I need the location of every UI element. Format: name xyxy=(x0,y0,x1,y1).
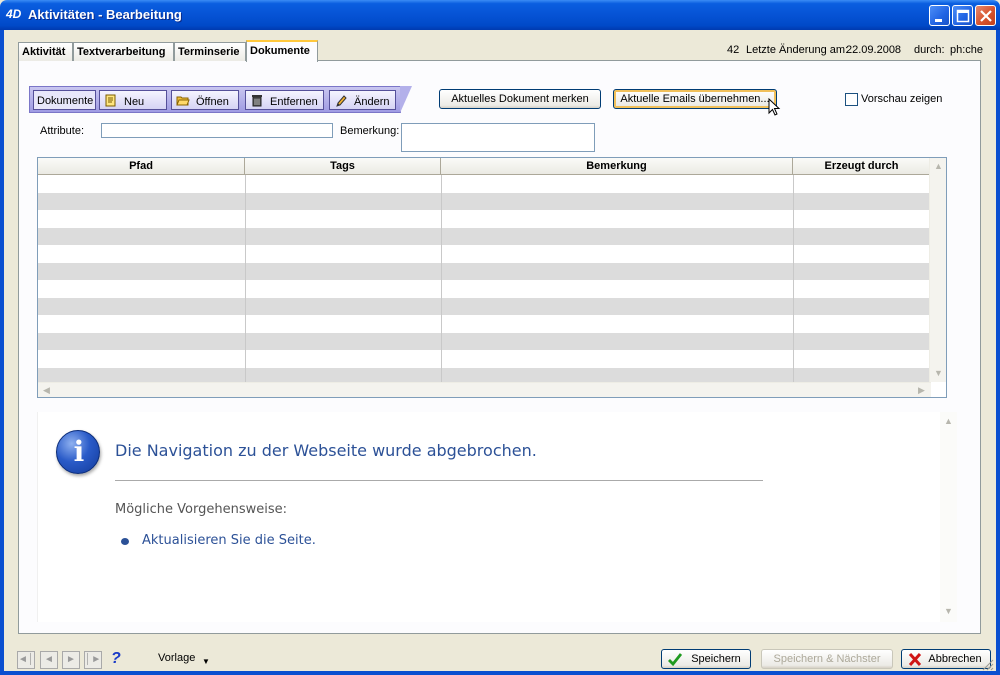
previous-record-button[interactable]: ◄ xyxy=(40,651,58,669)
close-icon xyxy=(980,10,992,22)
column-header-pfad[interactable]: Pfad xyxy=(38,158,245,175)
scroll-right-icon[interactable]: ▶ xyxy=(914,383,929,397)
changed-by-user: ph:che xyxy=(950,44,984,56)
maximize-button[interactable] xyxy=(952,5,973,26)
new-document-button[interactable]: Neu xyxy=(99,90,167,110)
preview-label: Vorschau zeigen xyxy=(861,93,943,105)
attribute-input[interactable] xyxy=(101,123,333,138)
tab-dokumente[interactable]: Dokumente xyxy=(246,40,318,62)
new-document-label: Neu xyxy=(124,96,145,108)
last-change-date: 22.09.2008 xyxy=(846,44,902,56)
table-vertical-scrollbar[interactable]: ▲ ▼ xyxy=(929,158,946,382)
scroll-left-icon[interactable]: ◀ xyxy=(39,383,54,397)
first-record-button[interactable]: ◄│ xyxy=(17,651,35,669)
pencil-icon xyxy=(336,95,347,107)
web-preview-scrollbar[interactable]: ▲ ▼ xyxy=(940,412,957,622)
tab-aktivitaet[interactable]: Aktivität xyxy=(18,42,73,61)
table-row[interactable] xyxy=(38,280,931,298)
divider xyxy=(115,480,763,481)
column-header-bemerkung[interactable]: Bemerkung xyxy=(441,158,793,175)
window-title: Aktivitäten - Bearbeitung xyxy=(28,7,182,22)
template-menu[interactable]: Vorlage xyxy=(158,652,195,664)
maximize-icon xyxy=(956,9,970,23)
column-divider xyxy=(441,175,442,382)
cancel-label: Abbrechen xyxy=(928,653,982,665)
take-emails-button[interactable]: Aktuelle Emails übernehmen... xyxy=(613,89,777,109)
table-row[interactable] xyxy=(38,175,931,193)
last-change-label: Letzte Änderung am: xyxy=(746,44,849,56)
table-row[interactable] xyxy=(38,228,931,246)
document-toolbar-label: Dokumente xyxy=(33,90,97,110)
remove-document-label: Entfernen xyxy=(270,96,318,108)
scroll-down-icon[interactable]: ▼ xyxy=(931,366,946,381)
remark-label: Bemerkung: xyxy=(340,125,400,137)
cancel-button[interactable]: Abbrechen xyxy=(901,649,991,669)
remove-document-button[interactable]: Entfernen xyxy=(245,90,324,110)
attribute-label: Attribute: xyxy=(40,125,85,137)
save-and-next-button[interactable]: Speichern & Nächster xyxy=(761,649,893,669)
preview-checkbox[interactable] xyxy=(845,93,858,106)
possible-actions-heading: Mögliche Vorgehensweise: xyxy=(115,502,288,517)
open-document-button[interactable]: Öffnen xyxy=(171,90,239,110)
bullet-icon xyxy=(121,538,129,545)
help-icon[interactable]: ? xyxy=(111,650,121,668)
remember-document-button[interactable]: Aktuelles Dokument merken xyxy=(439,89,601,109)
changed-by-label: durch: xyxy=(914,44,945,56)
table-row[interactable] xyxy=(38,315,931,333)
table-horizontal-scrollbar[interactable]: ◀ ▶ xyxy=(38,382,931,397)
minimize-icon xyxy=(935,19,942,22)
scroll-up-icon[interactable]: ▲ xyxy=(941,414,956,429)
column-header-tags[interactable]: Tags xyxy=(245,158,441,175)
checkmark-icon xyxy=(668,653,683,667)
column-header-erzeugt-durch[interactable]: Erzeugt durch xyxy=(793,158,931,175)
resize-grip-icon[interactable] xyxy=(982,659,994,671)
record-number: 42 xyxy=(727,44,740,56)
table-row[interactable] xyxy=(38,263,931,281)
app-logo-icon: 4D xyxy=(6,7,22,21)
document-toolbar-tail xyxy=(400,86,412,113)
column-divider xyxy=(793,175,794,382)
next-record-button[interactable]: ► xyxy=(62,651,80,669)
edit-document-button[interactable]: Ändern xyxy=(329,90,396,110)
info-icon: i xyxy=(56,430,100,474)
last-record-button[interactable]: │► xyxy=(84,651,102,669)
table-row[interactable] xyxy=(38,298,931,316)
documents-table[interactable]: Pfad Tags Bemerkung Erzeugt durch ▲ ▼ ◀ … xyxy=(37,157,947,398)
save-button[interactable]: Speichern xyxy=(661,649,751,669)
column-divider xyxy=(245,175,246,382)
new-document-icon xyxy=(105,94,116,107)
scroll-up-icon[interactable]: ▲ xyxy=(931,159,946,174)
chevron-down-icon[interactable]: ▼ xyxy=(202,657,210,666)
close-window-button[interactable] xyxy=(975,5,996,26)
open-document-label: Öffnen xyxy=(196,96,229,108)
tab-terminserie[interactable]: Terminserie xyxy=(174,42,246,61)
table-row[interactable] xyxy=(38,210,931,228)
title-bar[interactable]: 4D Aktivitäten - Bearbeitung xyxy=(0,0,1000,30)
navigation-cancelled-heading: Die Navigation zu der Webseite wurde abg… xyxy=(115,441,537,460)
trash-icon xyxy=(252,95,262,107)
tab-textverarbeitung[interactable]: Textverarbeitung xyxy=(73,42,174,61)
cross-icon xyxy=(908,652,922,667)
mouse-cursor-icon xyxy=(768,98,781,116)
remark-input[interactable] xyxy=(401,123,595,152)
table-row[interactable] xyxy=(38,333,931,351)
minimize-button[interactable] xyxy=(929,5,950,26)
table-row[interactable] xyxy=(38,193,931,211)
table-row[interactable] xyxy=(38,350,931,368)
refresh-page-link[interactable]: Aktualisieren Sie die Seite. xyxy=(142,533,316,548)
table-row[interactable] xyxy=(38,245,931,263)
save-label: Speichern xyxy=(691,653,741,665)
folder-open-icon xyxy=(176,96,190,106)
scroll-down-icon[interactable]: ▼ xyxy=(941,604,956,619)
edit-document-label: Ändern xyxy=(354,96,390,108)
